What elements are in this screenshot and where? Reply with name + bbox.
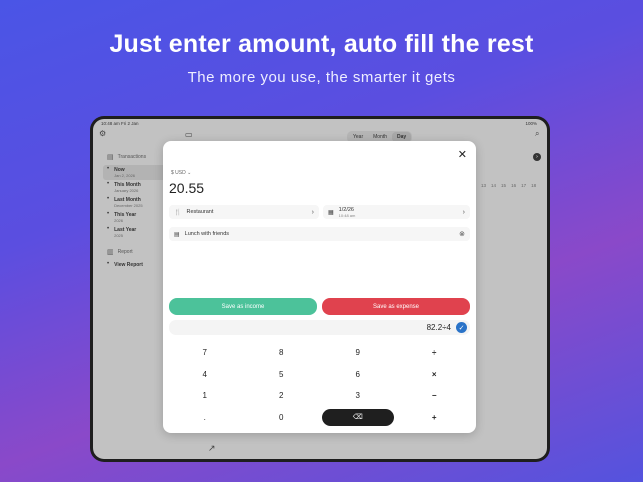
save-expense-button[interactable]: Save as expense <box>322 298 470 315</box>
app-screen: 10:48 am Fri 2 Jan 100% ⚙ ▭ ⌕ Year Month… <box>93 119 547 459</box>
status-bar: 10:48 am Fri 2 Jan 100% <box>101 121 537 129</box>
numeric-keypad: 7 8 9 ÷ 4 5 6 × 1 2 3−. 0 ⌫ + <box>169 342 470 428</box>
add-transaction-modal: ✕ $ USD ⌄ 20.55 🍴 Restaurant › ▦ 1/2/26 … <box>163 141 476 433</box>
clear-icon[interactable]: ⊗ <box>459 230 465 238</box>
status-time: 10:48 am Fri 2 Jan <box>101 121 139 126</box>
background-calendar-strip: 12 13 14 15 16 17 18 <box>471 183 537 188</box>
gear-icon[interactable]: ⚙ <box>99 129 106 138</box>
category-field[interactable]: 🍴 Restaurant › <box>169 205 319 219</box>
key-3[interactable]: 3 <box>322 385 394 407</box>
next-arrow-icon[interactable]: › <box>533 153 541 161</box>
checkmark-icon[interactable]: ✓ <box>456 322 467 333</box>
expression-row: 82.2÷4 ✓ <box>169 320 470 335</box>
sidebar-item-this-year[interactable]: • This Year 2026 <box>103 210 168 225</box>
sidebar-item-this-month[interactable]: • This Month January 2026 <box>103 180 168 195</box>
search-icon[interactable]: ⌕ <box>535 129 539 139</box>
key-9[interactable]: 9 <box>322 342 394 364</box>
note-field[interactable]: ▤ Lunch with friends ⊗ <box>169 227 470 241</box>
status-battery: 100% <box>525 121 537 126</box>
close-icon[interactable]: ✕ <box>458 148 467 161</box>
expression-display: 82.2÷4 <box>426 323 451 332</box>
sidebar-item-last-year[interactable]: • Last Year 2025 <box>103 225 168 240</box>
key-6[interactable]: 6 <box>322 364 394 386</box>
tray-icon: ▤ <box>107 154 114 161</box>
promo-subline: The more you use, the smarter it gets <box>187 69 456 86</box>
utensils-icon: 🍴 <box>174 209 182 216</box>
key-multiply[interactable]: × <box>399 364 471 386</box>
chart-icon[interactable]: ↗ <box>208 443 216 454</box>
sidebar-item-last-month[interactable]: • Last Month December 2025 <box>103 195 168 210</box>
chevron-right-icon: › <box>462 208 465 216</box>
note-icon: ▤ <box>174 231 180 238</box>
transactions-section-header: ▤ Transactions <box>107 154 147 161</box>
sidebar-toggle-icon[interactable]: ▭ <box>185 130 193 139</box>
key-1[interactable]: 1 <box>169 385 241 407</box>
date-field[interactable]: ▦ 1/2/26 10:48 am › <box>323 205 470 219</box>
key-backspace-icon[interactable]: ⌫ <box>322 408 394 426</box>
report-section-header: ▥ Report <box>107 249 133 256</box>
amount-display: 20.55 <box>169 180 205 196</box>
promo-headline: Just enter amount, auto fill the rest <box>109 30 534 58</box>
calendar-icon: ▦ <box>328 209 334 216</box>
key-4[interactable]: 4 <box>169 364 241 386</box>
key-decimal[interactable]: . <box>169 407 241 429</box>
save-income-button[interactable]: Save as income <box>169 298 317 315</box>
currency-selector[interactable]: $ USD ⌄ <box>171 170 191 176</box>
key-0[interactable]: 0 <box>246 407 318 429</box>
sidebar: ▤ Transactions • Now Jan 2, 2026 • This M… <box>103 145 168 270</box>
key-2[interactable]: 2 <box>246 385 318 407</box>
key-5[interactable]: 5 <box>246 364 318 386</box>
sidebar-item-now[interactable]: • Now Jan 2, 2026 <box>103 165 168 180</box>
sidebar-item-view-report[interactable]: • View Report <box>103 260 168 270</box>
key-minus[interactable]: − <box>399 385 471 407</box>
tablet-frame: 10:48 am Fri 2 Jan 100% ⚙ ▭ ⌕ Year Month… <box>90 116 550 462</box>
key-7[interactable]: 7 <box>169 342 241 364</box>
chevron-right-icon: › <box>311 208 314 216</box>
bar-chart-icon: ▥ <box>107 249 114 256</box>
key-8[interactable]: 8 <box>246 342 318 364</box>
key-divide[interactable]: ÷ <box>399 342 471 364</box>
key-plus[interactable]: + <box>399 407 471 429</box>
